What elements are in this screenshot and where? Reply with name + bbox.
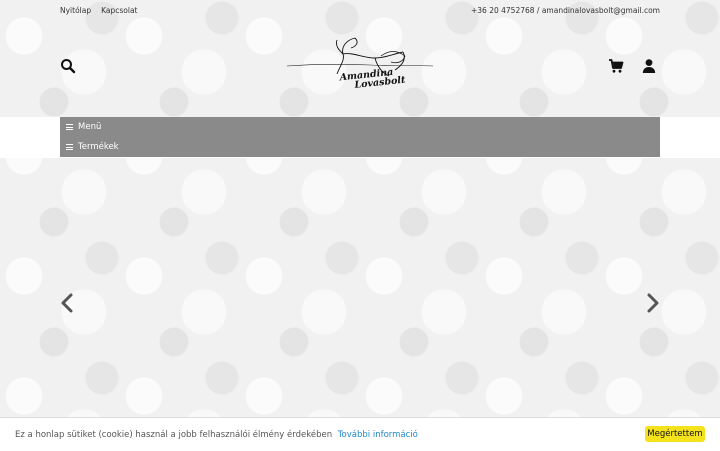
logo[interactable]: Amandina Lovasbolt [285, 34, 435, 104]
cookie-more-link[interactable]: További információ [338, 430, 418, 440]
cookie-text: Ez a honlap sütiket (cookie) használ a j… [15, 430, 418, 440]
nav-menu-label: Menü [78, 122, 102, 132]
contact-info: +36 20 4752768 / amandinalovasbolt@gmail… [470, 5, 660, 15]
top-link-contact[interactable]: Kapcsolat [101, 6, 137, 15]
hamburger-icon [66, 124, 73, 131]
hamburger-icon [66, 144, 73, 151]
slider-prev-chevron-left-icon[interactable] [60, 293, 74, 313]
cookie-message: Ez a honlap sütiket (cookie) használ a j… [15, 429, 333, 440]
top-links: Nyitólap Kapcsolat [60, 6, 138, 15]
main-nav: Menü Termékek [60, 117, 660, 157]
user-icon[interactable] [641, 58, 657, 74]
top-bar: Nyitólap Kapcsolat +36 20 4752768 / aman… [60, 0, 660, 20]
slider-next-chevron-right-icon[interactable] [646, 293, 660, 313]
cookie-accept-button[interactable]: Megértettem [645, 426, 705, 442]
top-link-home[interactable]: Nyitólap [60, 6, 91, 15]
search-icon[interactable] [60, 58, 76, 74]
nav-menu[interactable]: Menü [60, 117, 660, 137]
horse-logo-icon [286, 37, 434, 77]
cart-icon[interactable] [608, 58, 624, 74]
nav-products[interactable]: Termékek [60, 137, 660, 157]
header: Amandina Lovasbolt [0, 20, 720, 117]
cookie-bar: Ez a honlap sütiket (cookie) használ a j… [0, 417, 720, 451]
nav-products-label: Termékek [78, 142, 119, 152]
